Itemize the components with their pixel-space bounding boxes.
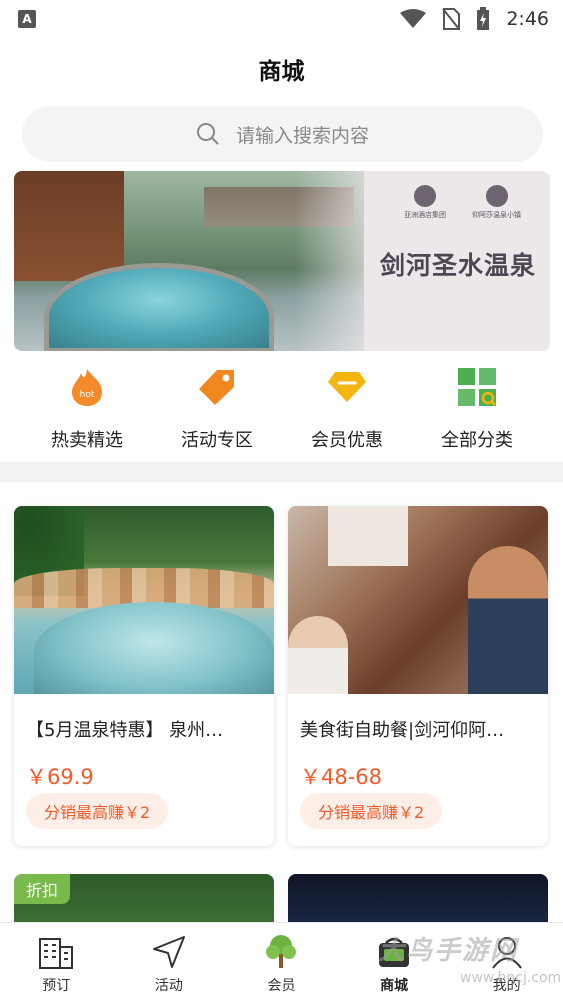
tag-icon xyxy=(194,364,240,410)
status-right: 2:46 xyxy=(400,7,549,31)
nav-item-member[interactable]: 会员 xyxy=(225,923,338,1002)
search-input[interactable]: 请输入搜索内容 xyxy=(236,121,369,148)
banner-title: 剑河圣水温泉 xyxy=(379,251,536,280)
product-price: ￥48-68 xyxy=(300,765,383,789)
no-sim-icon xyxy=(442,8,461,30)
commission-badge: 分销最高赚￥2 xyxy=(300,793,443,829)
product-title: 美食街自助餐|剑河仰阿… xyxy=(300,720,505,741)
battery-icon xyxy=(477,7,490,30)
banner-logos: 亚洲酒店集团 仰阿莎温泉小镇 xyxy=(404,185,521,220)
building-icon xyxy=(37,933,75,971)
watermark-url: www.hncj.com xyxy=(460,970,562,986)
watermark: 大鸟手游网 xyxy=(378,936,519,966)
section-divider xyxy=(0,462,563,482)
nav-item-activities[interactable]: 活动 xyxy=(113,923,226,1002)
category-all[interactable]: 全部分类 xyxy=(412,364,542,452)
category-events[interactable]: 活动专区 xyxy=(152,364,282,452)
category-member-deals[interactable]: 会员优惠 xyxy=(282,364,412,452)
gem-icon xyxy=(324,364,370,410)
page-title: 商城 xyxy=(258,59,305,85)
product-image xyxy=(288,506,548,694)
category-hot-picks[interactable]: hot 热卖精选 xyxy=(22,364,152,452)
wifi-icon xyxy=(400,9,427,28)
nav-item-booking[interactable]: 预订 xyxy=(0,923,113,1002)
grid-icon xyxy=(454,364,500,410)
navigation-arrow-icon xyxy=(150,933,188,971)
svg-text:hot: hot xyxy=(80,390,95,400)
commission-badge: 分销最高赚￥2 xyxy=(26,793,169,829)
search-bar[interactable]: 请输入搜索内容 xyxy=(22,106,543,162)
search-icon xyxy=(196,123,219,145)
banner-pavilion xyxy=(14,171,124,281)
category-row: hot 热卖精选 活动专区 会员优惠 全部分类 xyxy=(22,364,542,452)
product-card[interactable]: 美食街自助餐|剑河仰阿… ￥48-68 分销最高赚￥2 xyxy=(288,506,548,846)
hot-spring-town-logo: 仰阿莎温泉小镇 xyxy=(472,185,521,220)
discount-tag: 折扣 xyxy=(14,874,71,904)
product-title: 【5月温泉特惠】 泉州… xyxy=(26,720,224,741)
status-bar: A 2:46 xyxy=(0,0,563,38)
notification-icon: A xyxy=(18,10,36,28)
status-time: 2:46 xyxy=(506,8,549,30)
hot-fire-icon: hot xyxy=(64,364,110,410)
promo-banner[interactable]: 亚洲酒店集团 仰阿莎温泉小镇 剑河圣水温泉 xyxy=(14,171,550,351)
product-image xyxy=(14,506,274,694)
hotel-group-logo: 亚洲酒店集团 xyxy=(404,185,446,220)
product-price: ￥69.9 xyxy=(26,765,94,789)
product-card[interactable]: 【5月温泉特惠】 泉州… ￥69.9 分销最高赚￥2 xyxy=(14,506,274,846)
tree-icon xyxy=(262,933,300,971)
